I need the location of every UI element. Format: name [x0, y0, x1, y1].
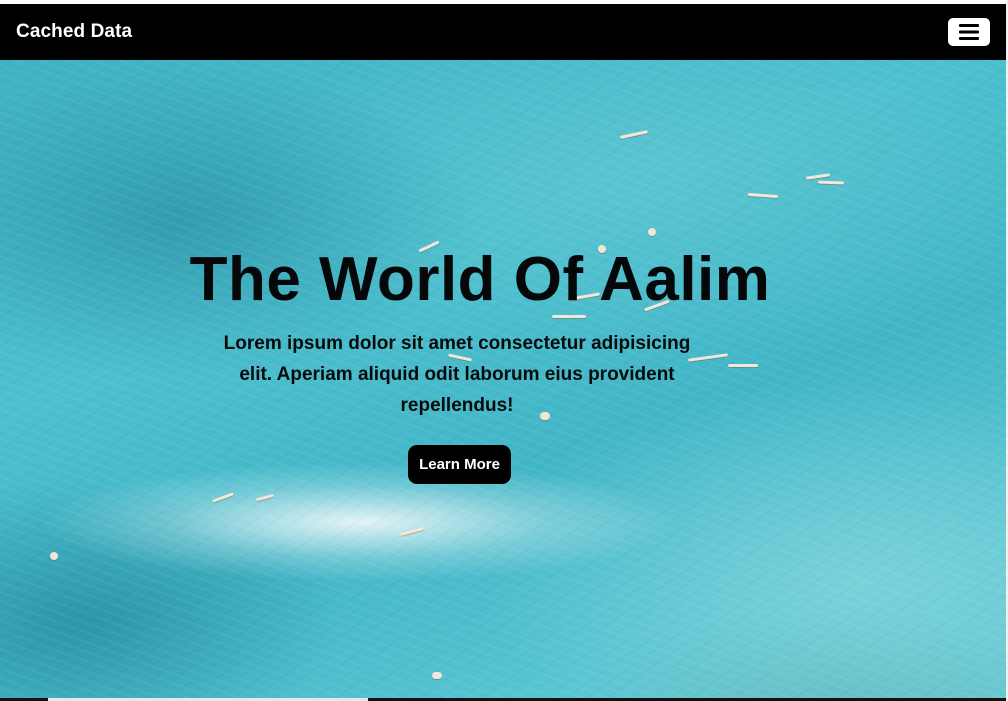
navbar: Cached Data: [0, 4, 1006, 60]
surfboard-decoration: [728, 364, 758, 367]
hero-title: The World Of Aalim: [189, 245, 771, 314]
hamburger-menu-icon: [959, 24, 979, 40]
hero-description: Lorem ipsum dolor sit amet consectetur a…: [223, 333, 691, 416]
navbar-toggler-button[interactable]: [948, 18, 990, 46]
learn-more-button[interactable]: Learn More: [408, 445, 511, 484]
hero-section: The World Of Aalim Lorem ipsum dolor sit…: [0, 60, 1006, 698]
surfboard-decoration: [648, 228, 656, 236]
page: Cached Data The World Of Aalim Lorem ips…: [0, 0, 1008, 701]
brand-logo-link[interactable]: Cached Data: [16, 21, 132, 43]
surfboard-decoration: [50, 552, 58, 560]
surfboard-decoration: [552, 315, 586, 318]
surfboard-decoration: [432, 672, 442, 679]
